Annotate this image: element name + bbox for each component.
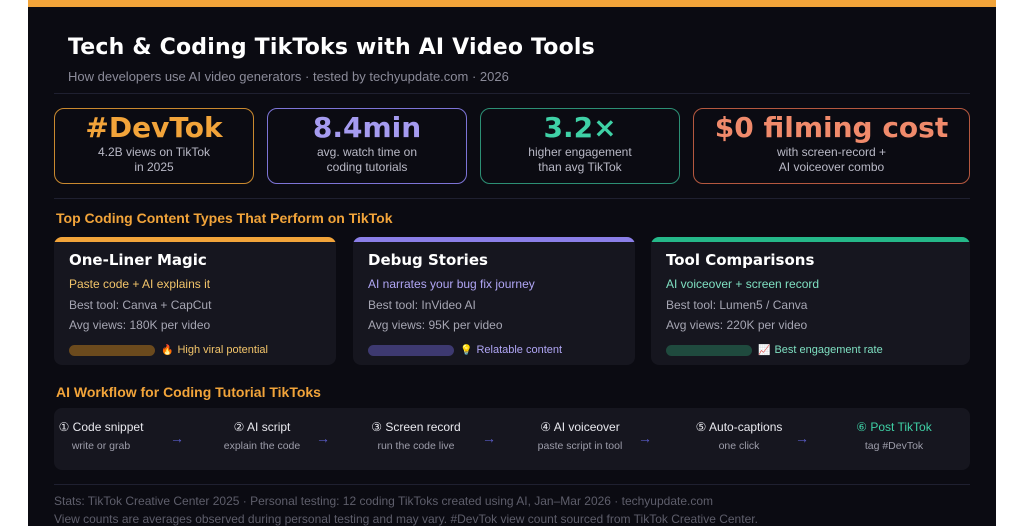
arrow-right-icon: →: [795, 430, 809, 446]
workflow-step-desc: run the code live: [377, 440, 455, 452]
workflow-step-label: ③ Screen record: [371, 420, 461, 434]
content-card-debug-stories: Debug Stories AI narrates your bug fix j…: [353, 237, 635, 365]
divider: [54, 484, 970, 485]
stat-filming-cost: $0 filming cost with screen-record + AI …: [693, 108, 970, 184]
workflow-step: ① Code snippet write or grab: [36, 420, 166, 452]
divider: [54, 198, 970, 199]
arrow-right-icon: →: [638, 430, 652, 446]
workflow-strip: ① Code snippet write or grab → ② AI scri…: [54, 408, 970, 470]
workflow-step: ② AI script explain the code: [197, 420, 327, 452]
workflow-step-desc: paste script in tool: [537, 440, 623, 452]
card-accent-bar: [353, 237, 635, 242]
card-meter: [666, 345, 752, 356]
workflow-step-label: ⑥ Post TikTok: [856, 420, 932, 434]
card-best-tool: Best tool: InVideo AI: [368, 298, 476, 312]
stat-engagement: 3.2× higher engagement than avg TikTok: [480, 108, 680, 184]
workflow-section-title: AI Workflow for Coding Tutorial TikToks: [56, 384, 321, 400]
content-card-one-liner: One-Liner Magic Paste code + AI explains…: [54, 237, 336, 365]
card-tagline: AI narrates your bug fix journey: [368, 277, 535, 291]
card-badge-label: High viral potential: [177, 344, 268, 356]
chart-icon: 📈: [758, 345, 771, 356]
card-accent-bar: [651, 237, 970, 242]
workflow-step: ④ AI voiceover paste script in tool: [515, 420, 645, 452]
workflow-step-label: ④ AI voiceover: [540, 420, 620, 434]
card-accent-bar: [54, 237, 336, 242]
page-subtitle: How developers use AI video generators ·…: [68, 69, 509, 84]
card-meter: [368, 345, 454, 356]
workflow-step: ⑤ Auto-captions one click: [674, 420, 804, 452]
divider: [54, 93, 970, 94]
footer-sources: Stats: TikTok Creative Center 2025 · Per…: [54, 494, 714, 508]
card-badge: 🔥 High viral potential: [161, 344, 268, 356]
lightbulb-icon: 💡: [460, 345, 473, 356]
card-tagline: AI voiceover + screen record: [666, 277, 820, 291]
workflow-step-label: ② AI script: [233, 420, 291, 434]
workflow-step: ③ Screen record run the code live: [351, 420, 481, 452]
content-section-title: Top Coding Content Types That Perform on…: [56, 210, 393, 226]
card-avg-views: Avg views: 95K per video: [368, 318, 503, 332]
workflow-step-label: ① Code snippet: [58, 420, 144, 434]
workflow-step-desc: explain the code: [223, 440, 301, 452]
stat-description: avg. watch time on coding tutorials: [316, 145, 418, 174]
fire-icon: 🔥: [161, 345, 174, 356]
card-badge-label: Best engagement rate: [774, 344, 883, 356]
workflow-step-desc: one click: [718, 440, 760, 452]
arrow-right-icon: →: [170, 430, 184, 446]
stat-value: #DevTok: [85, 111, 223, 144]
card-meter: [69, 345, 155, 356]
card-best-tool: Best tool: Lumen5 / Canva: [666, 298, 808, 312]
card-title: One-Liner Magic: [69, 251, 207, 269]
infographic-panel: Tech & Coding TikToks with AI Video Tool…: [28, 0, 996, 526]
workflow-step-desc: tag #DevTok: [864, 440, 924, 452]
stat-value: $0 filming cost: [714, 111, 949, 144]
card-badge: 💡 Relatable content: [460, 344, 562, 356]
page-title: Tech & Coding TikToks with AI Video Tool…: [68, 35, 595, 60]
footer-disclaimer: View counts are averages observed during…: [54, 512, 758, 526]
stat-description: higher engagement than avg TikTok: [528, 145, 632, 174]
card-avg-views: Avg views: 180K per video: [69, 318, 211, 332]
card-avg-views: Avg views: 220K per video: [666, 318, 808, 332]
arrow-right-icon: →: [316, 430, 330, 446]
stat-description: 4.2B views on TikTok in 2025: [97, 145, 211, 174]
card-badge: 📈 Best engagement rate: [758, 344, 883, 356]
stat-devtok: #DevTok 4.2B views on TikTok in 2025: [54, 108, 254, 184]
card-badge-label: Relatable content: [476, 344, 563, 356]
stat-description: with screen-record + AI voiceover combo: [776, 145, 887, 174]
workflow-step-desc: write or grab: [71, 440, 131, 452]
card-tagline: Paste code + AI explains it: [69, 277, 211, 291]
arrow-right-icon: →: [482, 430, 496, 446]
stat-value: 8.4min: [312, 111, 422, 144]
stat-watch-time: 8.4min avg. watch time on coding tutoria…: [267, 108, 467, 184]
card-title: Tool Comparisons: [666, 251, 815, 269]
card-best-tool: Best tool: Canva + CapCut: [69, 298, 212, 312]
card-title: Debug Stories: [368, 251, 488, 269]
content-card-tool-comparisons: Tool Comparisons AI voiceover + screen r…: [651, 237, 970, 365]
stat-value: 3.2×: [543, 111, 617, 144]
workflow-step-label: ⑤ Auto-captions: [695, 420, 783, 434]
workflow-step: ⑥ Post TikTok tag #DevTok: [829, 420, 959, 452]
